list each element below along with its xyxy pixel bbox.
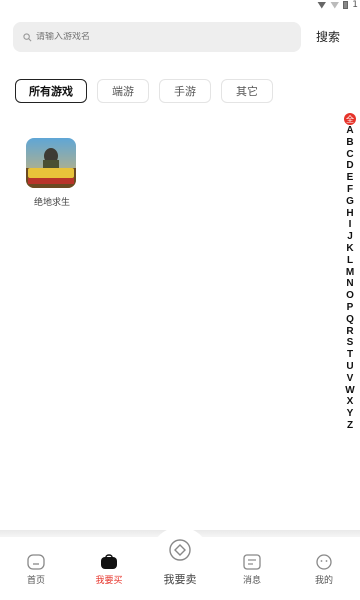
- alphabet-letter[interactable]: Y: [347, 408, 354, 420]
- signal-icon: [330, 1, 340, 9]
- alphabet-letter[interactable]: R: [346, 326, 353, 338]
- alphabet-letter[interactable]: F: [347, 184, 353, 196]
- home-icon: [27, 554, 45, 570]
- alphabet-letter[interactable]: Q: [346, 314, 354, 326]
- alphabet-letter[interactable]: B: [346, 137, 353, 149]
- alphabet-letter[interactable]: G: [346, 196, 354, 208]
- profile-icon: [316, 554, 332, 570]
- alphabet-letter[interactable]: U: [346, 361, 353, 373]
- game-name: 绝地求生: [33, 198, 70, 208]
- alphabet-letter[interactable]: W: [345, 385, 354, 397]
- alphabet-letter[interactable]: S: [347, 337, 354, 349]
- alphabet-letter[interactable]: X: [347, 396, 354, 408]
- alphabet-letter[interactable]: J: [347, 231, 353, 243]
- game-item[interactable]: 绝地求生: [26, 138, 78, 208]
- search-input[interactable]: [36, 32, 276, 42]
- alphabet-letter[interactable]: P: [347, 302, 354, 314]
- search-box[interactable]: [13, 22, 301, 52]
- nav-buy[interactable]: 我要买: [84, 554, 134, 586]
- nav-sell-label: 我要卖: [163, 573, 197, 586]
- tab-mobile-games[interactable]: 手游: [159, 79, 211, 103]
- alphabet-letter[interactable]: N: [346, 278, 353, 290]
- status-icons: 1: [317, 0, 358, 10]
- nav-messages-label: 消息: [242, 576, 261, 586]
- alphabet-letter[interactable]: H: [346, 208, 353, 220]
- nav-home-label: 首页: [26, 576, 45, 586]
- search-icon: [23, 32, 32, 41]
- alphabet-index[interactable]: 全 ABCDEFGHIJKLMNOPQRSTUVWXYZ: [343, 113, 357, 432]
- status-bar: 1: [0, 0, 360, 12]
- category-tabs: 所有游戏 端游 手游 其它: [15, 79, 273, 103]
- alphabet-letter[interactable]: E: [347, 172, 354, 184]
- tab-pc-games[interactable]: 端游: [97, 79, 149, 103]
- search-button[interactable]: 搜索: [316, 28, 340, 45]
- alphabet-letter[interactable]: A: [346, 125, 353, 137]
- message-icon: [243, 554, 261, 570]
- alphabet-letter[interactable]: L: [347, 255, 353, 267]
- nav-buy-label: 我要买: [95, 576, 123, 586]
- sell-icon: [169, 539, 191, 561]
- tab-all-games[interactable]: 所有游戏: [15, 79, 87, 103]
- alphabet-letter[interactable]: C: [346, 149, 353, 161]
- alphabet-letter[interactable]: V: [347, 373, 354, 385]
- battery-icon: [343, 1, 349, 9]
- nav-sell[interactable]: 我要卖: [150, 538, 210, 587]
- nav-home[interactable]: 首页: [11, 554, 61, 586]
- alphabet-letter[interactable]: D: [346, 160, 353, 172]
- pubg-game-icon: [26, 138, 76, 188]
- alphabet-letter[interactable]: O: [346, 290, 354, 302]
- alphabet-all[interactable]: 全: [344, 113, 356, 125]
- alphabet-letter[interactable]: I: [349, 219, 352, 231]
- alphabet-letter[interactable]: K: [346, 243, 353, 255]
- nav-profile-label: 我的: [314, 576, 333, 586]
- wifi-icon: [317, 1, 327, 9]
- alphabet-letter[interactable]: M: [346, 267, 354, 279]
- shopping-bag-icon: [101, 554, 117, 569]
- status-time: 1: [352, 0, 358, 10]
- nav-profile[interactable]: 我的: [299, 554, 349, 586]
- alphabet-letter[interactable]: T: [347, 349, 353, 361]
- alphabet-letter[interactable]: Z: [347, 420, 353, 432]
- tab-other[interactable]: 其它: [221, 79, 273, 103]
- search-row: 搜索: [13, 22, 347, 52]
- nav-messages[interactable]: 消息: [227, 554, 277, 586]
